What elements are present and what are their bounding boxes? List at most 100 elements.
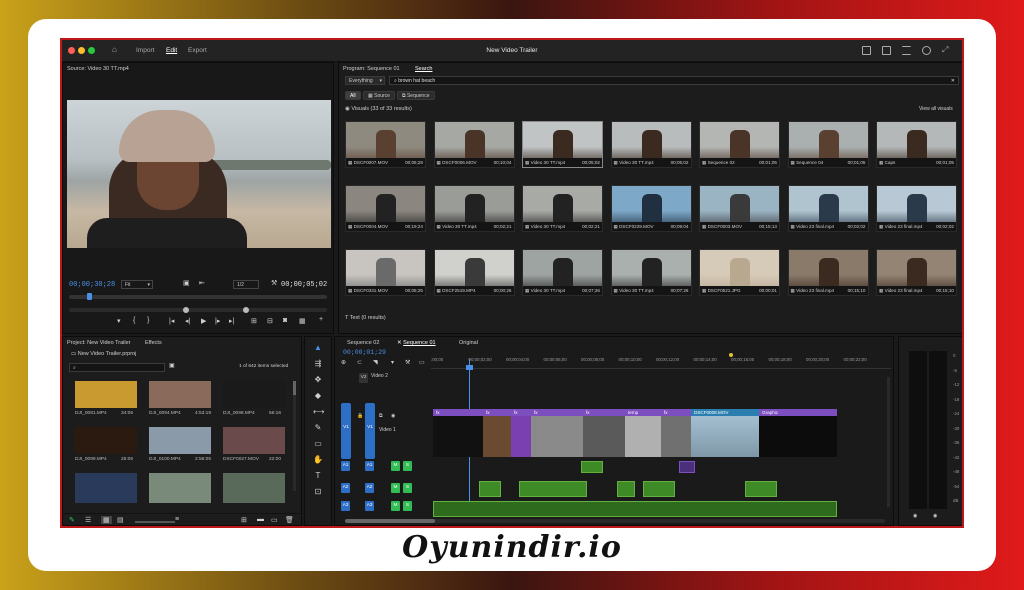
- audio-clip-a1-1[interactable]: [581, 461, 603, 473]
- visual-result-thumb[interactable]: ▦ DSCF0007.MOV 00;06;28: [345, 121, 426, 168]
- maximize-window-button[interactable]: [88, 47, 95, 54]
- visual-result-thumb[interactable]: ▦ Video 23 final.mp4 00;15;10: [787, 249, 869, 296]
- a1-track-target[interactable]: A1: [365, 461, 374, 471]
- home-icon[interactable]: ⌂: [112, 45, 117, 54]
- linked-selection-icon[interactable]: ⊂: [357, 359, 362, 366]
- video-clip-4[interactable]: fx: [531, 409, 583, 457]
- list-view-icon[interactable]: ☰: [85, 516, 91, 524]
- visual-result-thumb[interactable]: ▦ Video 30 TT.mp4 00;02;21: [522, 185, 603, 232]
- project-item-thumb[interactable]: [75, 381, 137, 408]
- insert-icon[interactable]: ⇤: [199, 279, 205, 287]
- project-search-input[interactable]: ⌕: [69, 363, 165, 372]
- visual-result-thumb[interactable]: ▦ DSCF0004.MOV 00;19;24: [345, 185, 426, 232]
- filter-dropdown[interactable]: Everything ▾: [345, 76, 385, 85]
- new-item-icon[interactable]: ▭: [271, 516, 278, 524]
- project-tab[interactable]: Project: New Video Trailer: [67, 340, 130, 346]
- step-back-icon[interactable]: ◂|: [185, 317, 190, 325]
- visual-result-thumb[interactable]: ▦ DSCF2519.MP4 00;00;26: [433, 249, 515, 296]
- project-item-thumb[interactable]: [75, 473, 137, 503]
- ripple-edit-tool-icon[interactable]: ✥: [313, 375, 323, 385]
- project-item-thumb[interactable]: [149, 427, 211, 454]
- tab-original[interactable]: Original: [459, 340, 478, 346]
- project-item-thumb[interactable]: [75, 427, 137, 454]
- a1-source-patch[interactable]: A1: [341, 461, 350, 471]
- v1-sync-icon[interactable]: ⧉: [379, 413, 383, 419]
- visual-result-thumb[interactable]: ▦ Sequence 04 00;01;05: [787, 121, 869, 168]
- menu-export[interactable]: Export: [188, 47, 207, 54]
- tab-sequence-02[interactable]: Sequence 02: [347, 340, 379, 346]
- panel-layout-icon[interactable]: [862, 46, 871, 55]
- video-clip-temp[interactable]: temp: [625, 409, 661, 457]
- visual-result-thumb[interactable]: ▦ Video 30 TT.mp4 00;07;26: [522, 249, 603, 296]
- workspace-menu-icon[interactable]: [902, 46, 911, 55]
- pencil-icon[interactable]: ✎: [69, 516, 75, 524]
- automate-icon[interactable]: ⊞: [241, 516, 247, 524]
- track-select-tool-icon[interactable]: ⇶: [313, 359, 323, 369]
- video-clip-graphic[interactable]: Graphic: [759, 409, 837, 457]
- menu-import[interactable]: Import: [136, 47, 154, 54]
- timeline-marker-icon[interactable]: ▾: [391, 359, 394, 366]
- program-tab[interactable]: Program: Sequence 01: [343, 66, 400, 72]
- source-scrubber[interactable]: [69, 295, 327, 299]
- chip-sequence[interactable]: ⧉ Sequence: [397, 91, 435, 100]
- thumbnail-size-slider[interactable]: [135, 521, 175, 523]
- timeline-vertical-scrollbar[interactable]: [887, 377, 890, 507]
- project-scrollbar[interactable]: [293, 381, 296, 491]
- rectangle-tool-icon[interactable]: ▭: [313, 439, 323, 449]
- freeform-view-icon[interactable]: ▤: [117, 516, 124, 524]
- a3-solo-button[interactable]: S: [403, 501, 412, 511]
- audio-clip-a2-3[interactable]: [617, 481, 635, 497]
- a2-source-patch[interactable]: A2: [341, 483, 350, 493]
- button-editor-icon[interactable]: ▦: [299, 317, 306, 325]
- time-ruler[interactable]: ;00;00 00;00;02;00 00;00;04;00 00;00;06;00 0…: [431, 351, 891, 369]
- a2-track-target[interactable]: A2: [365, 483, 374, 493]
- step-forward-icon[interactable]: |▸: [215, 317, 220, 325]
- video-clip-2[interactable]: fx: [483, 409, 511, 457]
- video-clip-1[interactable]: fx: [433, 409, 483, 457]
- add-icon[interactable]: +: [319, 316, 323, 323]
- timeline-horizontal-scrollbar[interactable]: [345, 519, 885, 523]
- visual-result-thumb[interactable]: ▦ Caps 00;01;05: [876, 121, 957, 168]
- settings-icon[interactable]: ▣: [183, 279, 190, 287]
- search-input[interactable]: ⌕ brown hat beach ✕: [389, 76, 959, 85]
- project-item-thumb[interactable]: [223, 427, 285, 454]
- v1-lock-icon[interactable]: 🔒: [357, 413, 363, 419]
- snap-icon[interactable]: ⊕: [341, 359, 346, 366]
- marker-icon[interactable]: ▾: [117, 317, 121, 325]
- audio-clip-a2-5[interactable]: [745, 481, 777, 497]
- visual-result-thumb[interactable]: ▦ DSCF0331.MOV 00;05;25: [345, 249, 426, 296]
- audio-clip-a2-2[interactable]: [519, 481, 587, 497]
- project-item-thumb[interactable]: [223, 381, 285, 408]
- video-clip-dscf0008[interactable]: DSCF0008.MOV: [691, 409, 759, 457]
- clear-search-icon[interactable]: ✕: [951, 78, 955, 84]
- trash-icon[interactable]: 🗑: [285, 516, 294, 524]
- video-clip-3[interactable]: fx: [511, 409, 531, 457]
- audio-clip-a3-1[interactable]: [433, 501, 837, 517]
- visual-result-thumb[interactable]: ▦ Video 30 TT.mp4 00;05;02: [610, 121, 692, 168]
- project-item-thumb[interactable]: [149, 381, 211, 408]
- search-tab[interactable]: Search: [415, 66, 432, 72]
- zoom-handle-right[interactable]: [243, 307, 249, 313]
- zoom-handle-left[interactable]: [183, 307, 189, 313]
- add-marker-icon[interactable]: ◥: [373, 359, 378, 366]
- visual-result-thumb[interactable]: ▦ Video 30 TT.mp4 00;05;02: [522, 121, 603, 168]
- search-icon[interactable]: [922, 46, 931, 55]
- video-clip-5[interactable]: fx: [583, 409, 625, 457]
- playhead-marker[interactable]: [466, 365, 473, 370]
- visual-result-thumb[interactable]: ▦ DSCF0229.MOV 00;09;04: [610, 185, 692, 232]
- a1-solo-button[interactable]: S: [403, 461, 412, 471]
- go-to-in-icon[interactable]: |◂: [169, 317, 174, 325]
- pen-tool-icon[interactable]: ✎: [313, 423, 323, 433]
- close-tab-icon[interactable]: ✕: [397, 340, 402, 346]
- zoom-bar[interactable]: [69, 308, 327, 312]
- audio-clip-a2-1[interactable]: [479, 481, 501, 497]
- play-icon[interactable]: ▶: [201, 317, 206, 325]
- sort-icon[interactable]: ≡: [175, 516, 179, 523]
- menu-edit[interactable]: Edit: [166, 47, 177, 54]
- project-item-thumb[interactable]: [223, 473, 285, 503]
- type-tool-icon[interactable]: T: [313, 471, 323, 481]
- icon-view-icon[interactable]: ▦: [101, 516, 112, 524]
- chip-source[interactable]: ▦ Source: [363, 91, 395, 100]
- fit-dropdown[interactable]: Fit ▾: [121, 280, 153, 289]
- wrench-icon[interactable]: ⚒: [271, 279, 277, 287]
